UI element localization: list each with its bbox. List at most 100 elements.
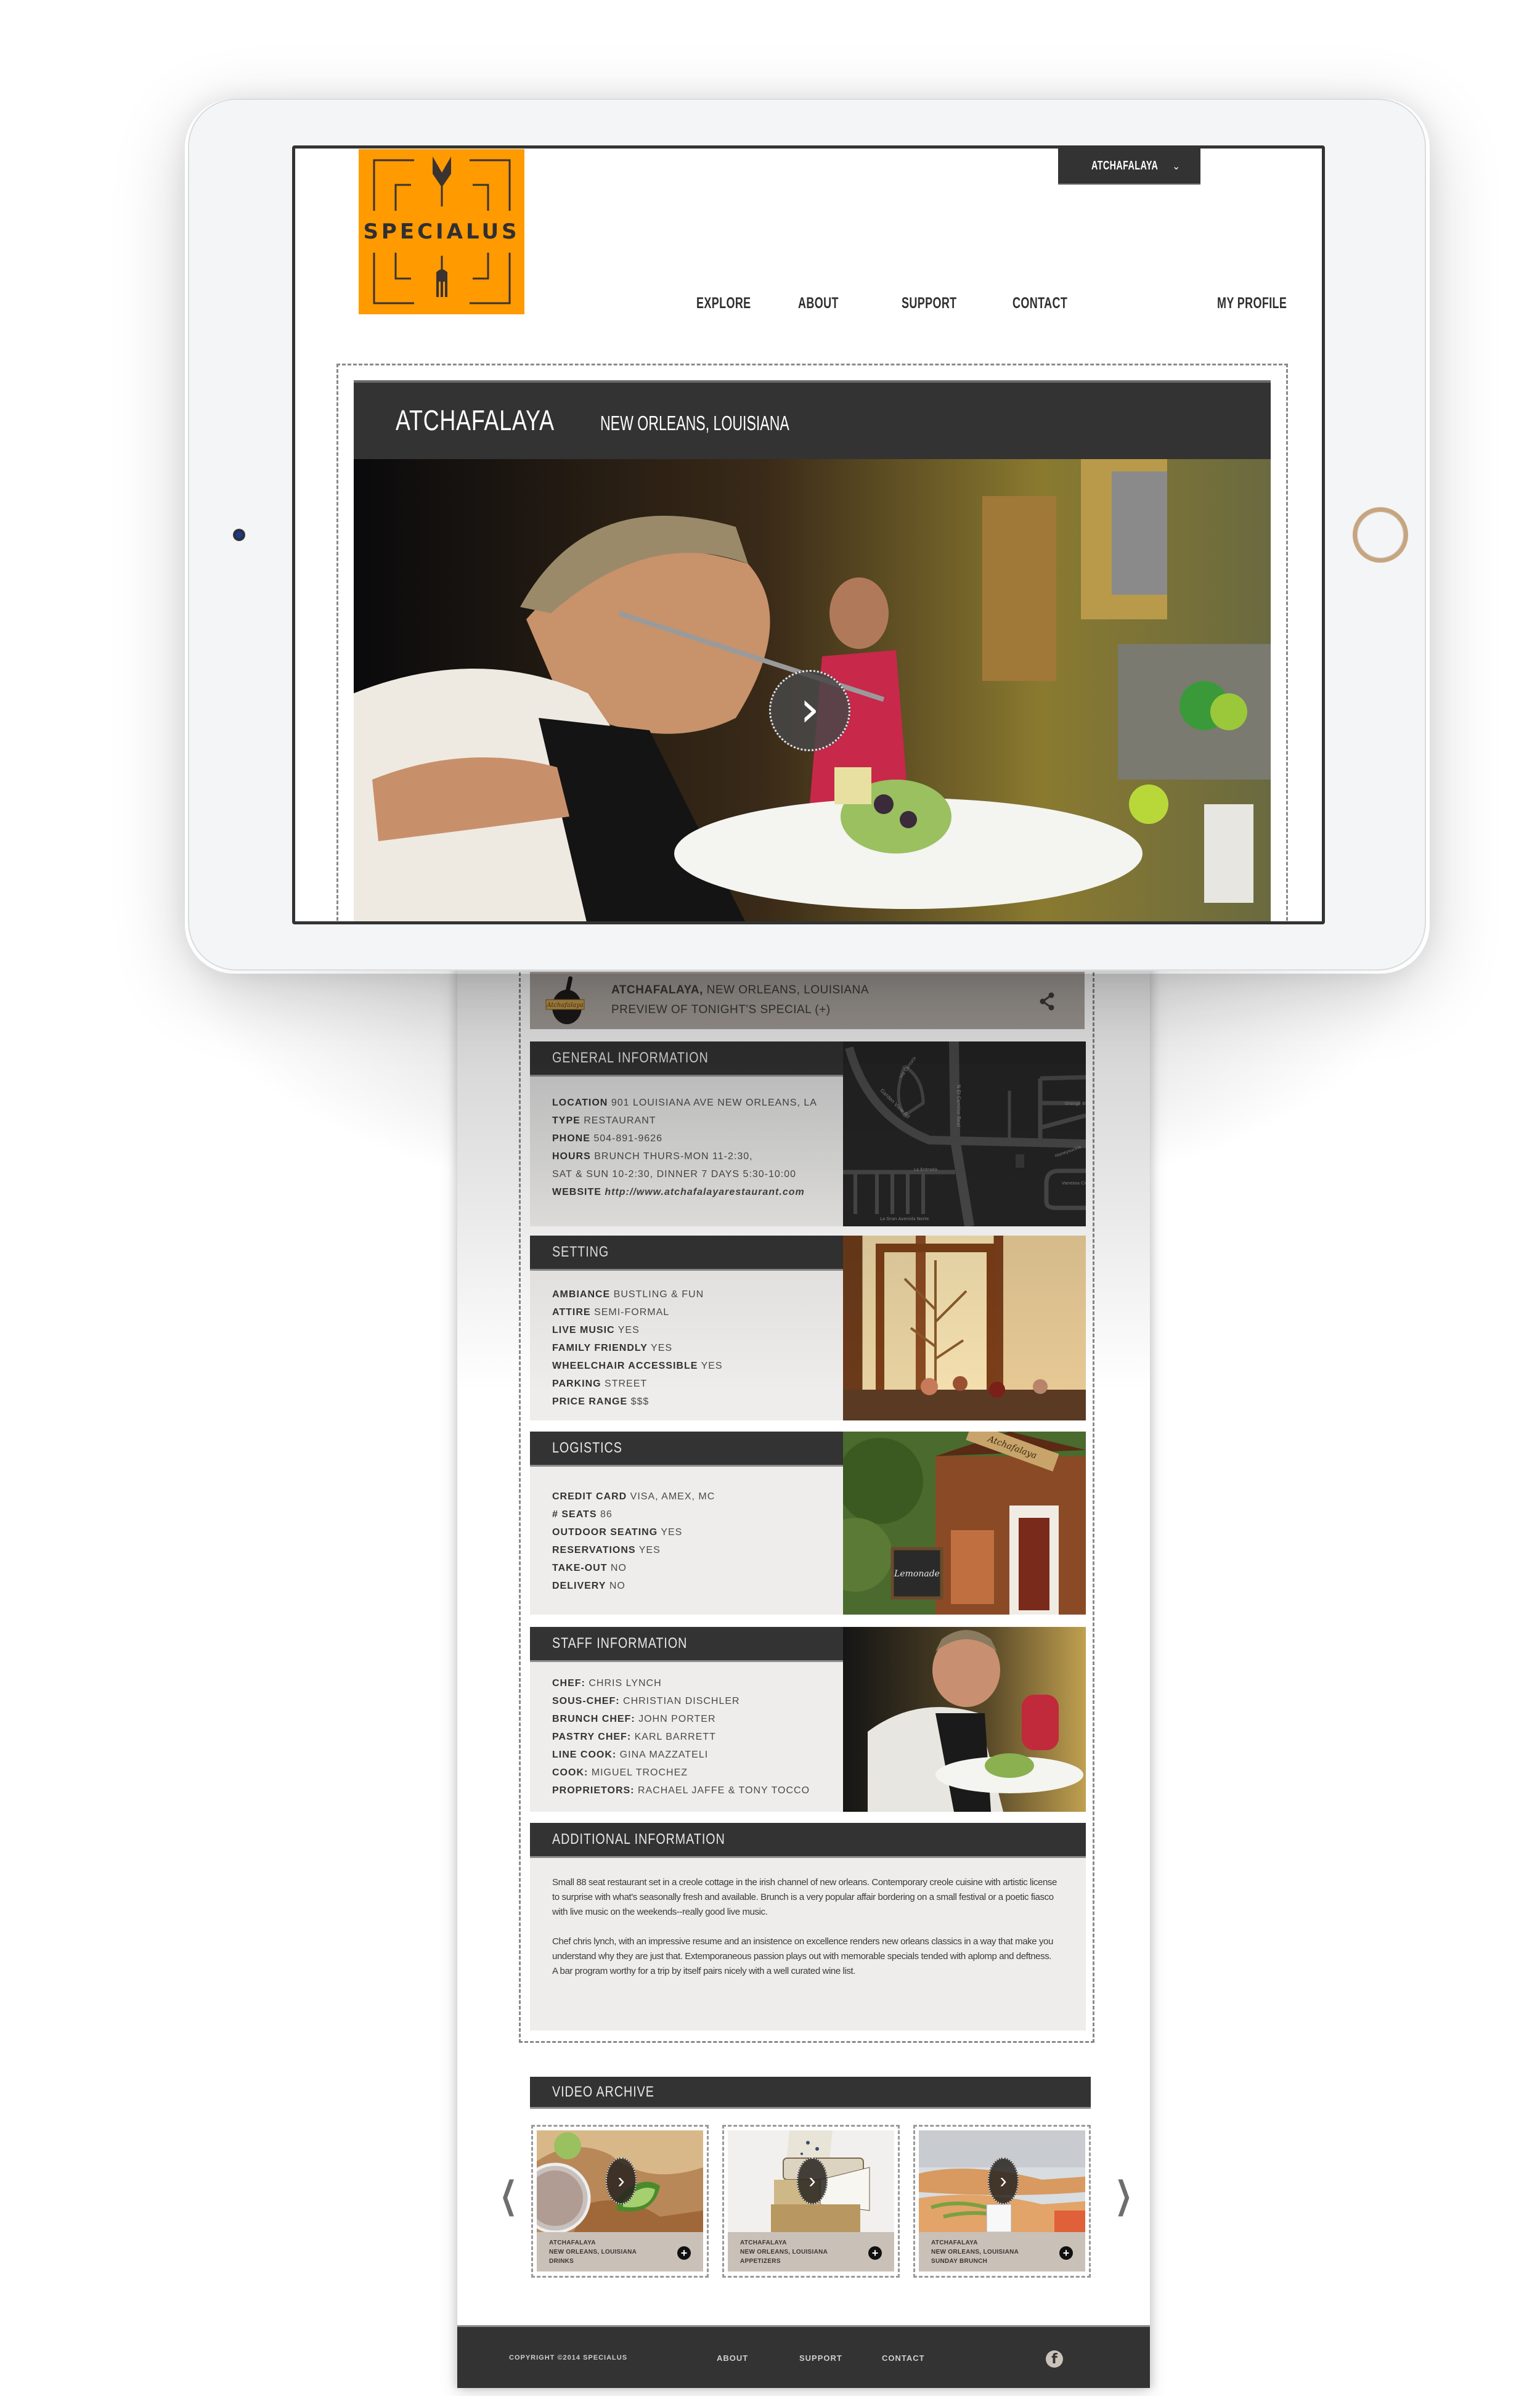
ipad-screen: SPECIALUS ATCHAFALAYA ⌄ EXPLORE ABOUT SU…: [292, 145, 1325, 924]
staff-header: STAFF INFORMATION: [530, 1627, 843, 1662]
staff-pastry-chef: PASTRY CHEF: KARL BARRETT: [552, 1732, 716, 1742]
interior-photo: [843, 1236, 1086, 1420]
map-label: N El Camino Real: [956, 1085, 961, 1127]
footer-link-about[interactable]: ABOUT: [717, 2353, 748, 2363]
staff-chef: CHEF: CHRIS LYNCH: [552, 1678, 662, 1689]
additional-info-header: ADDITIONAL INFORMATION: [530, 1823, 1086, 1858]
map-label: La Gran Avenida Norte: [880, 1216, 929, 1221]
home-button[interactable]: [1353, 507, 1408, 563]
nav-explore[interactable]: EXPLORE: [696, 295, 751, 312]
skillet-logo-text: Atchafalaya: [546, 1002, 584, 1009]
play-icon[interactable]: ›: [797, 2158, 828, 2204]
map-label: Orange Blossom Way: [1065, 1101, 1086, 1106]
facebook-icon[interactable]: f: [1046, 2350, 1063, 2368]
setting-wheelchair: WHEELCHAIR ACCESSIBLE YES: [552, 1361, 723, 1371]
info-website: WEBSITE http://www.atchafalayarestaurant…: [552, 1187, 805, 1197]
video-thumbnail-drinks: ›: [537, 2130, 703, 2232]
restaurant-title-bar: ATCHAFALAYA NEW ORLEANS, LOUISIANA: [354, 380, 1271, 459]
footer-copyright: COPYRIGHT ©2014 SPECIALUS: [509, 2354, 628, 2361]
footer-link-contact[interactable]: CONTACT: [882, 2353, 925, 2363]
add-icon[interactable]: +: [1059, 2246, 1073, 2260]
video-caption: ATCHAFALAYA NEW ORLEANS, LOUISIANA APPET…: [728, 2232, 894, 2272]
logistics-credit-card: CREDIT CARD VISA, AMEX, MC: [552, 1491, 715, 1502]
logistics-delivery: DELIVERY NO: [552, 1581, 625, 1591]
special-preview-band[interactable]: [530, 972, 1085, 1029]
additional-paragraph: Small 88 seat restaurant set in a creole…: [552, 1877, 1057, 1917]
logistics-seats: # SEATS 86: [552, 1509, 613, 1520]
add-icon[interactable]: +: [868, 2246, 882, 2260]
general-info-body: LOCATION 901 LOUISIANA AVE NEW ORLEANS, …: [530, 1077, 843, 1226]
add-icon[interactable]: +: [677, 2246, 691, 2260]
preview-title: ATCHAFALAYA, NEW ORLEANS, LOUISIANA: [611, 984, 869, 997]
staff-brunch-chef: BRUNCH CHEF: JOHN PORTER: [552, 1714, 716, 1724]
setting-family-friendly: FAMILY FRIENDLY YES: [552, 1343, 673, 1353]
restaurant-location: NEW ORLEANS, LOUISIANA: [600, 412, 789, 434]
staff-cook: COOK: MIGUEL TROCHEZ: [552, 1767, 688, 1778]
camera-icon: [233, 529, 245, 541]
fork-icon: [436, 269, 447, 297]
info-type: TYPE RESTAURANT: [552, 1115, 656, 1126]
video-thumbnail-appetizers: ›: [728, 2130, 894, 2232]
general-info-header: GENERAL INFORMATION: [530, 1041, 843, 1077]
staff-proprietors: PROPRIETORS: RACHAEL JAFFE & TONY TOCCO: [552, 1785, 810, 1796]
nav-contact[interactable]: CONTACT: [1012, 295, 1067, 312]
setting-header: SETTING: [530, 1236, 843, 1271]
video-card[interactable]: › ATCHAFALAYA NEW ORLEANS, LOUISIANA SUN…: [913, 2125, 1091, 2278]
map-label: La Entrada: [914, 1167, 937, 1172]
chef-photo: [843, 1627, 1086, 1812]
video-archive-header: VIDEO ARCHIVE: [530, 2077, 1091, 2109]
knife-icon: [433, 157, 451, 187]
account-dropdown-label: ATCHAFALAYA: [1091, 159, 1158, 173]
logistics-body: CREDIT CARD VISA, AMEX, MC # SEATS 86 OU…: [530, 1467, 843, 1615]
footer-link-support[interactable]: SUPPORT: [799, 2353, 842, 2363]
map-label: Vanessa Cir: [1062, 1181, 1086, 1186]
nav-about[interactable]: ABOUT: [798, 295, 839, 312]
info-phone: PHONE 504-891-9626: [552, 1133, 662, 1144]
chevron-down-icon: ⌄: [1171, 160, 1181, 172]
preview-restaurant-name: ATCHAFALAYA,: [611, 984, 703, 996]
setting-body: AMBIANCE BUSTLING & FUN ATTIRE SEMI-FORM…: [530, 1271, 843, 1420]
staff-body: CHEF: CHRIS LYNCH SOUS-CHEF: CHRISTIAN D…: [530, 1662, 843, 1812]
play-icon[interactable]: ›: [606, 2158, 637, 2204]
staff-line-cook: LINE COOK: GINA MAZZATELI: [552, 1750, 709, 1760]
video-thumbnail-sunday-brunch: ›: [919, 2130, 1085, 2232]
logistics-outdoor-seating: OUTDOOR SEATING YES: [552, 1527, 683, 1538]
restaurant-name: ATCHAFALAYA: [396, 404, 555, 436]
restaurant-skillet-logo: Atchafalaya: [542, 975, 592, 1027]
video-card[interactable]: › ATCHAFALAYA NEW ORLEANS, LOUISIANA DRI…: [531, 2125, 709, 2278]
specialus-logo[interactable]: SPECIALUS: [359, 149, 524, 314]
video-caption: ATCHAFALAYA NEW ORLEANS, LOUISIANA DRINK…: [537, 2232, 703, 2272]
setting-price-range: PRICE RANGE $$$: [552, 1396, 650, 1407]
info-hours: HOURS BRUNCH THURS-MON 11-2:30,: [552, 1151, 753, 1162]
logistics-take-out: TAKE-OUT NO: [552, 1563, 627, 1573]
setting-live-music: LIVE MUSIC YES: [552, 1325, 640, 1335]
play-icon[interactable]: ›: [769, 670, 850, 751]
logo-text: SPECIALUS: [363, 219, 520, 244]
nav-my-profile[interactable]: MY PROFILE: [1217, 295, 1287, 312]
info-hours-cont: SAT & SUN 10-2:30, DINNER 7 DAYS 5:30-10…: [552, 1169, 797, 1180]
logistics-reservations: RESERVATIONS YES: [552, 1545, 661, 1555]
additional-paragraph: Chef chris lynch, with an impressive res…: [552, 1936, 1053, 1976]
account-dropdown[interactable]: ATCHAFALAYA ⌄: [1058, 149, 1200, 184]
preview-tonights-special-link[interactable]: PREVIEW OF TONIGHT'S SPECIAL (+): [611, 1003, 831, 1017]
nav-support[interactable]: SUPPORT: [902, 295, 957, 312]
setting-parking: PARKING STREET: [552, 1379, 648, 1389]
location-map[interactable]: N El Camino Real Garden View Rd La Entra…: [843, 1041, 1086, 1226]
share-icon[interactable]: [1039, 992, 1055, 1011]
svg-text:Lemonade: Lemonade: [894, 1569, 940, 1579]
chevron-right-icon[interactable]: ❯: [1115, 2177, 1132, 2214]
play-icon[interactable]: ›: [988, 2158, 1019, 2204]
staff-sous-chef: SOUS-CHEF: CHRISTIAN DISCHLER: [552, 1696, 740, 1706]
website-link[interactable]: http://www.atchafalayarestaurant.com: [605, 1187, 804, 1197]
additional-info-body: Small 88 seat restaurant set in a creole…: [530, 1858, 1086, 2031]
chevron-left-icon[interactable]: ❮: [500, 2177, 517, 2214]
preview-restaurant-location: NEW ORLEANS, LOUISIANA: [703, 984, 869, 996]
video-caption: ATCHAFALAYA NEW ORLEANS, LOUISIANA SUNDA…: [919, 2232, 1085, 2272]
setting-ambiance: AMBIANCE BUSTLING & FUN: [552, 1289, 704, 1300]
video-card[interactable]: › ATCHAFALAYA NEW ORLEANS, LOUISIANA APP…: [722, 2125, 900, 2278]
setting-attire: ATTIRE SEMI-FORMAL: [552, 1307, 670, 1318]
exterior-photo: Lemonade Atchafalaya: [843, 1432, 1086, 1615]
hero-video[interactable]: ›: [354, 459, 1271, 921]
logistics-header: LOGISTICS: [530, 1432, 843, 1467]
info-location: LOCATION 901 LOUISIANA AVE NEW ORLEANS, …: [552, 1098, 817, 1108]
